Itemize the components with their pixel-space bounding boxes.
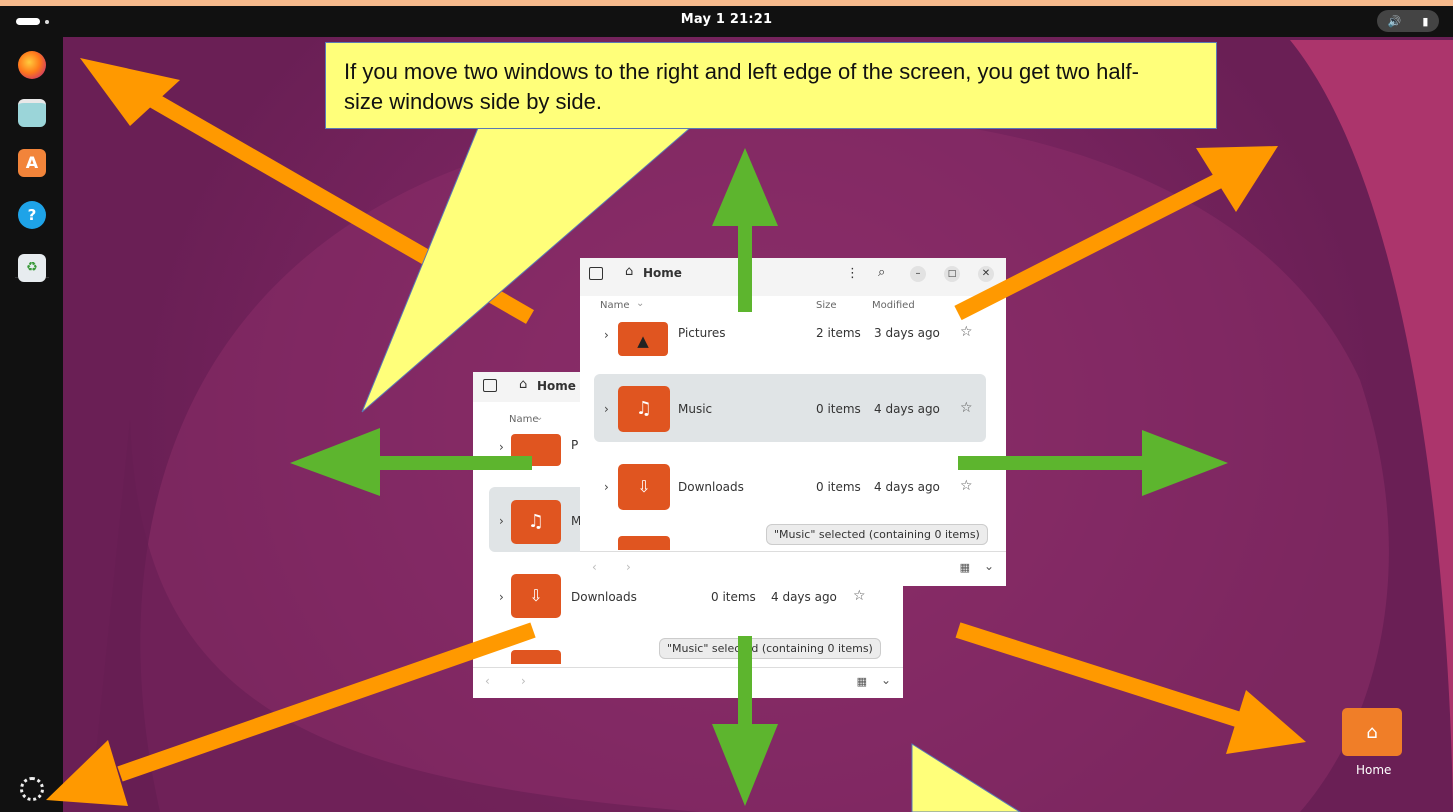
green-arrow: [290, 428, 532, 496]
green-arrow: [958, 430, 1228, 496]
green-arrow: [712, 148, 778, 312]
green-arrow: [712, 636, 778, 806]
desktop: May 1 21:21 🔊 ▮ A ? ♻ ⌂ Home Name ⌄ › P …: [0, 0, 1453, 812]
callout-pointer: [361, 127, 692, 413]
callout-fragment: [911, 743, 1021, 812]
callout-text: If you move two windows to the right and…: [344, 59, 1139, 114]
instruction-callout: If you move two windows to the right and…: [325, 42, 1217, 129]
orange-arrow: [954, 146, 1278, 321]
orange-arrow: [46, 622, 536, 806]
orange-arrow: [955, 622, 1306, 754]
